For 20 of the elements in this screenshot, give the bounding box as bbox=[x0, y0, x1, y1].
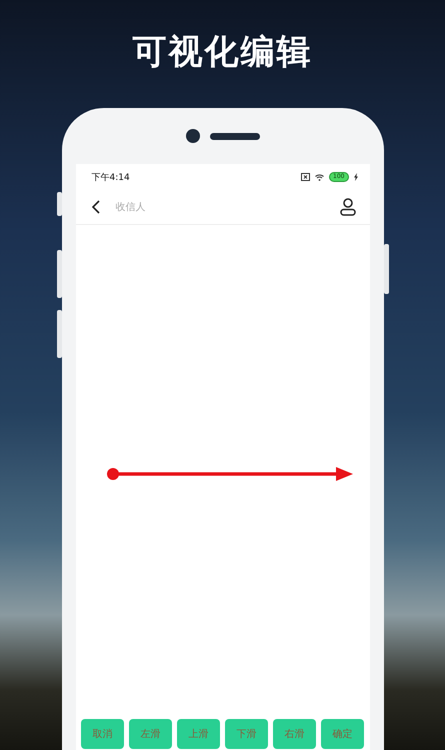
person-icon[interactable] bbox=[340, 198, 356, 216]
back-icon[interactable] bbox=[92, 200, 100, 214]
headline: 可视化编辑 bbox=[132, 31, 312, 74]
speaker-icon bbox=[210, 132, 260, 140]
status-time: 下午4:14 bbox=[92, 172, 131, 184]
action-button[interactable]: 取消 bbox=[81, 719, 124, 749]
wifi-icon bbox=[315, 174, 324, 180]
side-key bbox=[384, 244, 388, 294]
side-key bbox=[56, 192, 62, 216]
nav-title: 收信人 bbox=[116, 201, 146, 214]
camera-icon bbox=[186, 129, 200, 143]
side-key bbox=[56, 250, 62, 298]
action-button[interactable]: 上滑 bbox=[177, 719, 220, 749]
sim-icon bbox=[301, 173, 310, 181]
side-key bbox=[56, 310, 62, 358]
charging-icon bbox=[354, 173, 358, 181]
action-button[interactable]: 右滑 bbox=[273, 719, 316, 749]
action-button[interactable]: 确定 bbox=[321, 719, 364, 749]
action-button[interactable]: 下滑 bbox=[225, 719, 268, 749]
action-button[interactable]: 左滑 bbox=[129, 719, 172, 749]
